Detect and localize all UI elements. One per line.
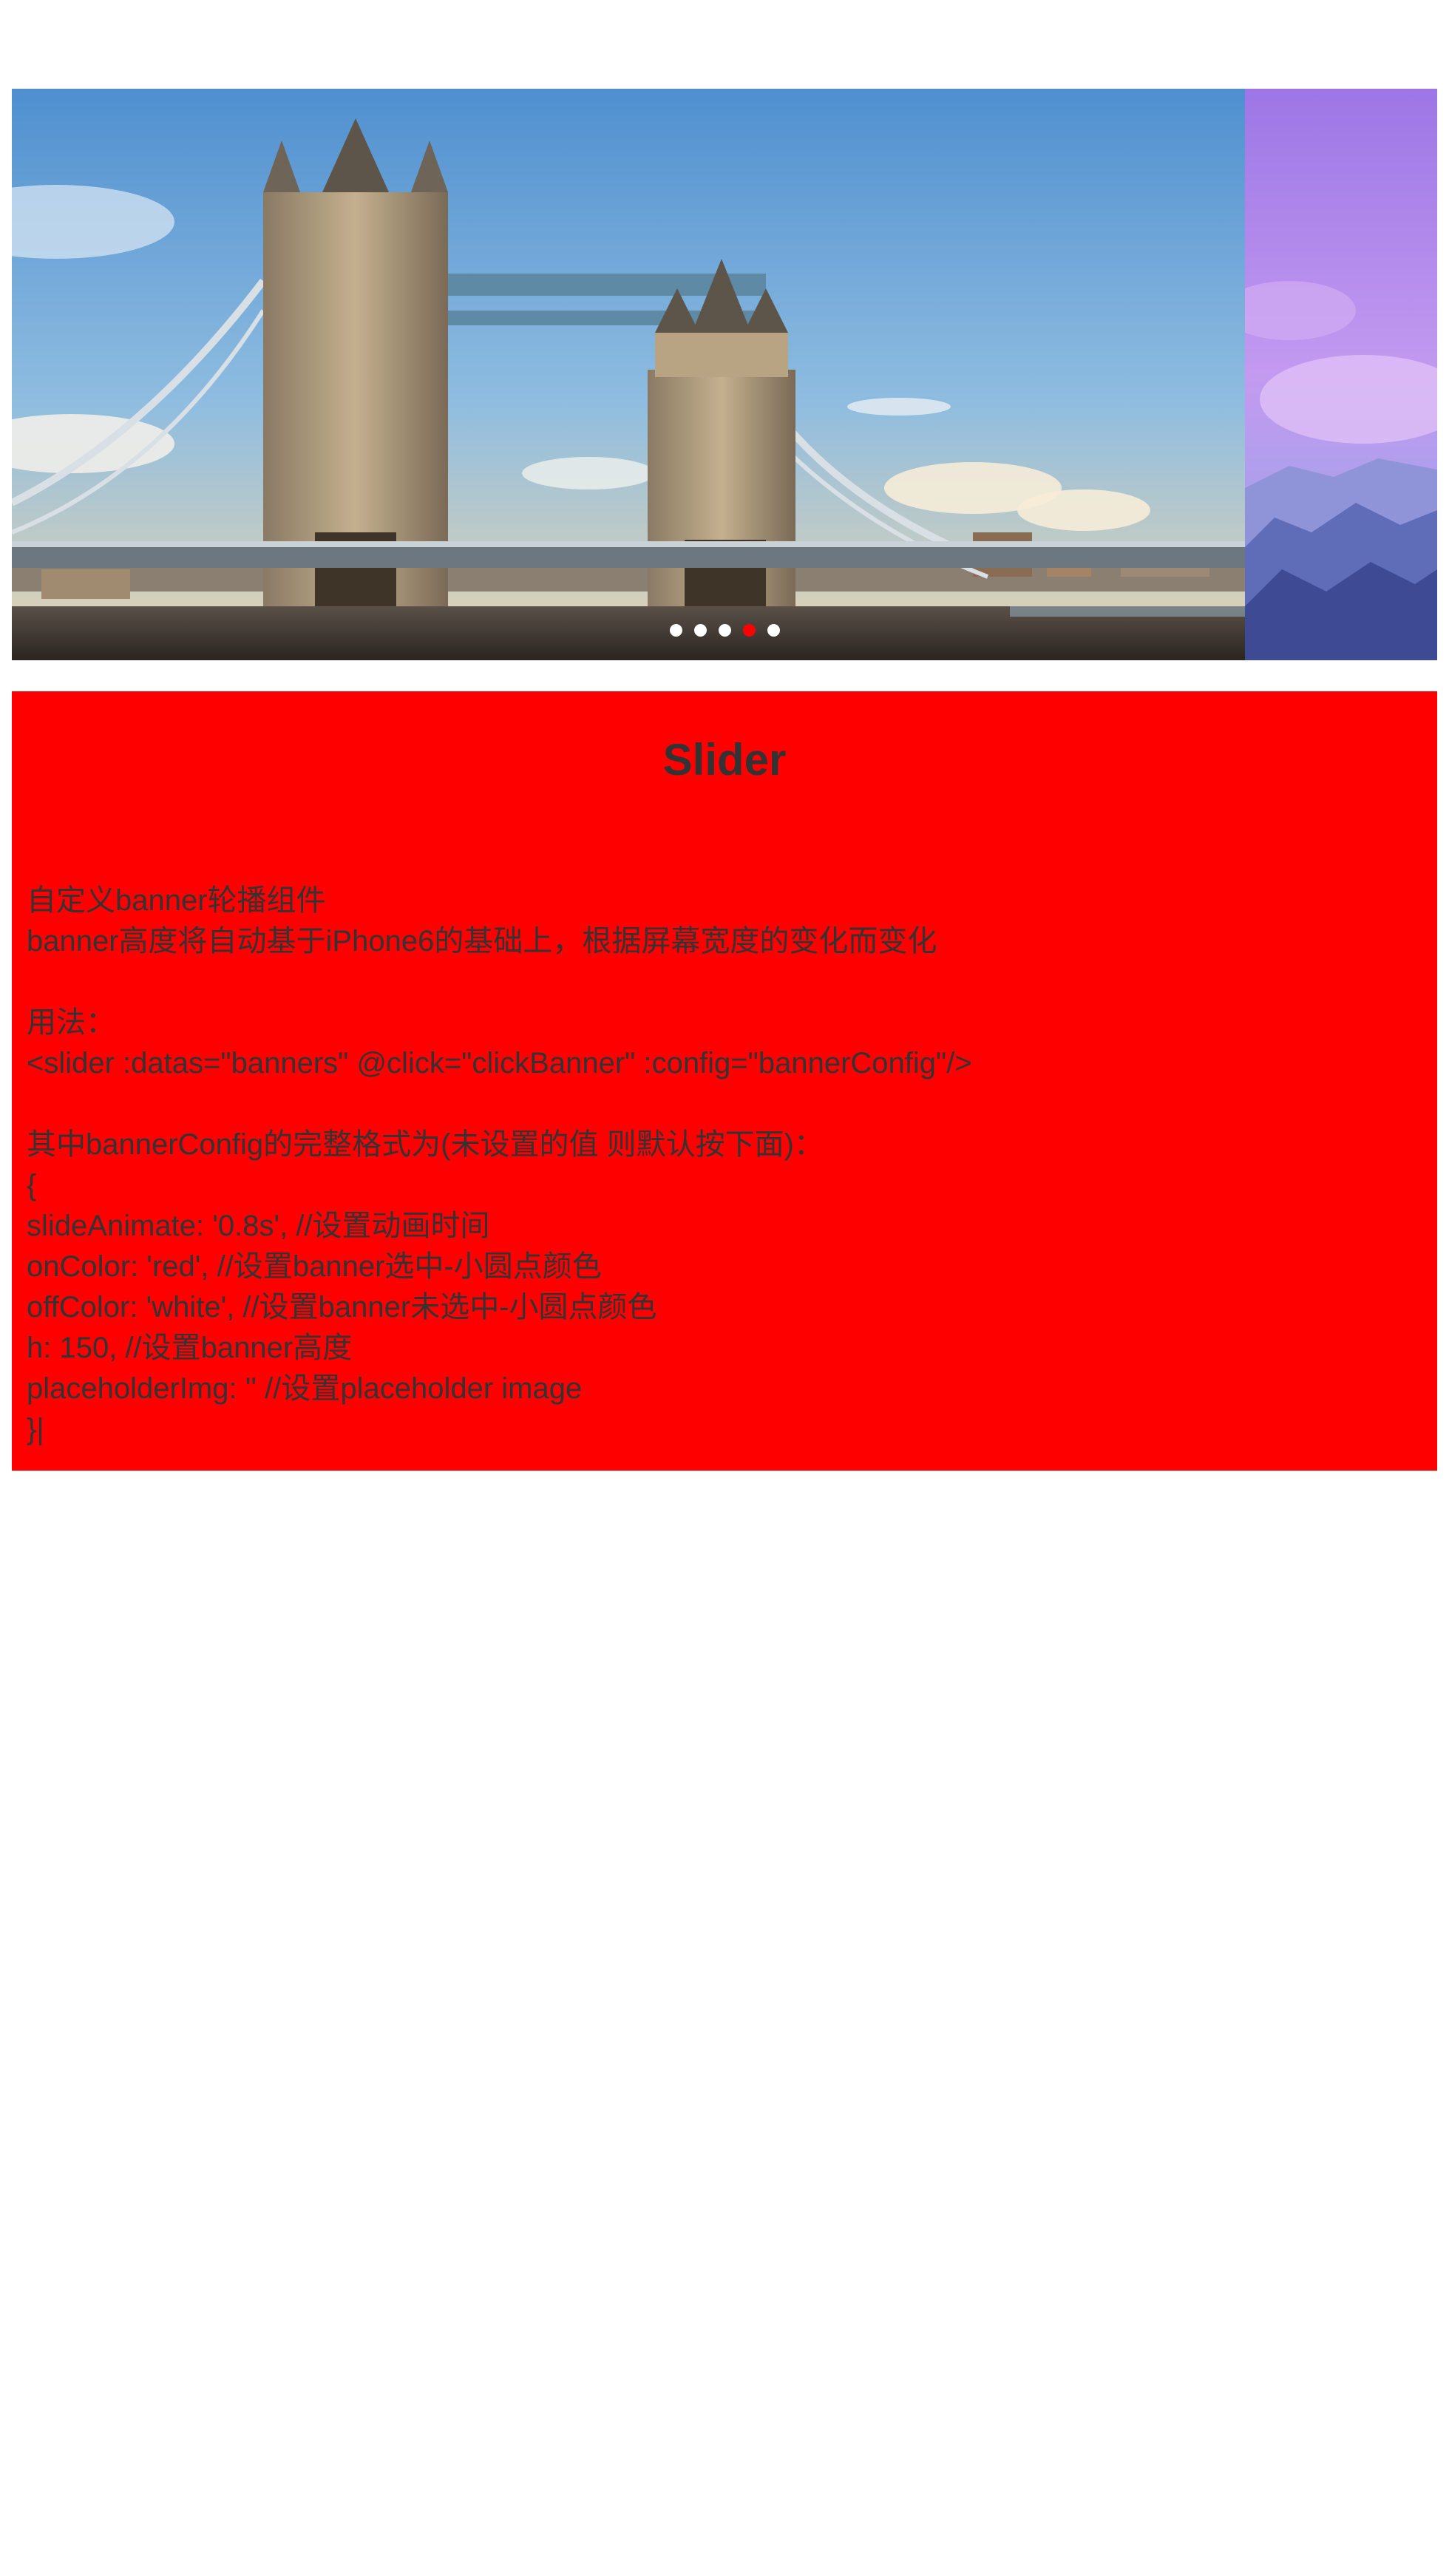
pagination-dot-active[interactable] — [742, 624, 756, 637]
description-line — [27, 962, 1422, 1003]
banner-slide-purple-mountains[interactable] — [1245, 89, 1437, 660]
description-line: { — [27, 1169, 37, 1201]
pagination-dot[interactable] — [669, 624, 682, 637]
description-line: offColor: 'white', //设置banner未选中-小圆点颜色 — [27, 1291, 657, 1323]
description-line: }| — [27, 1413, 44, 1445]
banner-slider[interactable] — [12, 89, 1437, 660]
banner-slide-tower-bridge[interactable] — [12, 89, 1245, 660]
slider-description-panel: Slider 自定义banner轮播组件 banner高度将自动基于iPhone… — [12, 691, 1437, 1471]
description-line: placeholderImg: '' //设置placeholder image — [27, 1372, 583, 1405]
description-line: onColor: 'red', //设置banner选中-小圆点颜色 — [27, 1250, 602, 1283]
description-line: <slider :datas="banners" @click="clickBa… — [27, 1047, 972, 1079]
purple-mountains-image — [1245, 89, 1437, 660]
description-line: 其中bannerConfig的完整格式为(未设置的值 则默认按下面)： — [27, 1128, 824, 1161]
pagination-dot[interactable] — [693, 624, 707, 637]
panel-description: 自定义banner轮播组件 banner高度将自动基于iPhone6的基础上，根… — [27, 881, 1422, 1450]
description-line: slideAnimate: '0.8s', //设置动画时间 — [27, 1210, 490, 1242]
description-line: banner高度将自动基于iPhone6的基础上，根据屏幕宽度的变化而变化 — [27, 925, 937, 957]
pagination-dot[interactable] — [767, 624, 780, 637]
description-line: 自定义banner轮播组件 — [27, 884, 326, 917]
description-line: h: 150, //设置banner高度 — [27, 1332, 353, 1364]
banner-pagination-dots — [12, 624, 1437, 637]
tower-bridge-image — [12, 89, 1245, 660]
description-line: 用法： — [27, 1006, 115, 1039]
description-line — [27, 1084, 1422, 1125]
pagination-dot[interactable] — [718, 624, 731, 637]
panel-title: Slider — [662, 735, 787, 784]
